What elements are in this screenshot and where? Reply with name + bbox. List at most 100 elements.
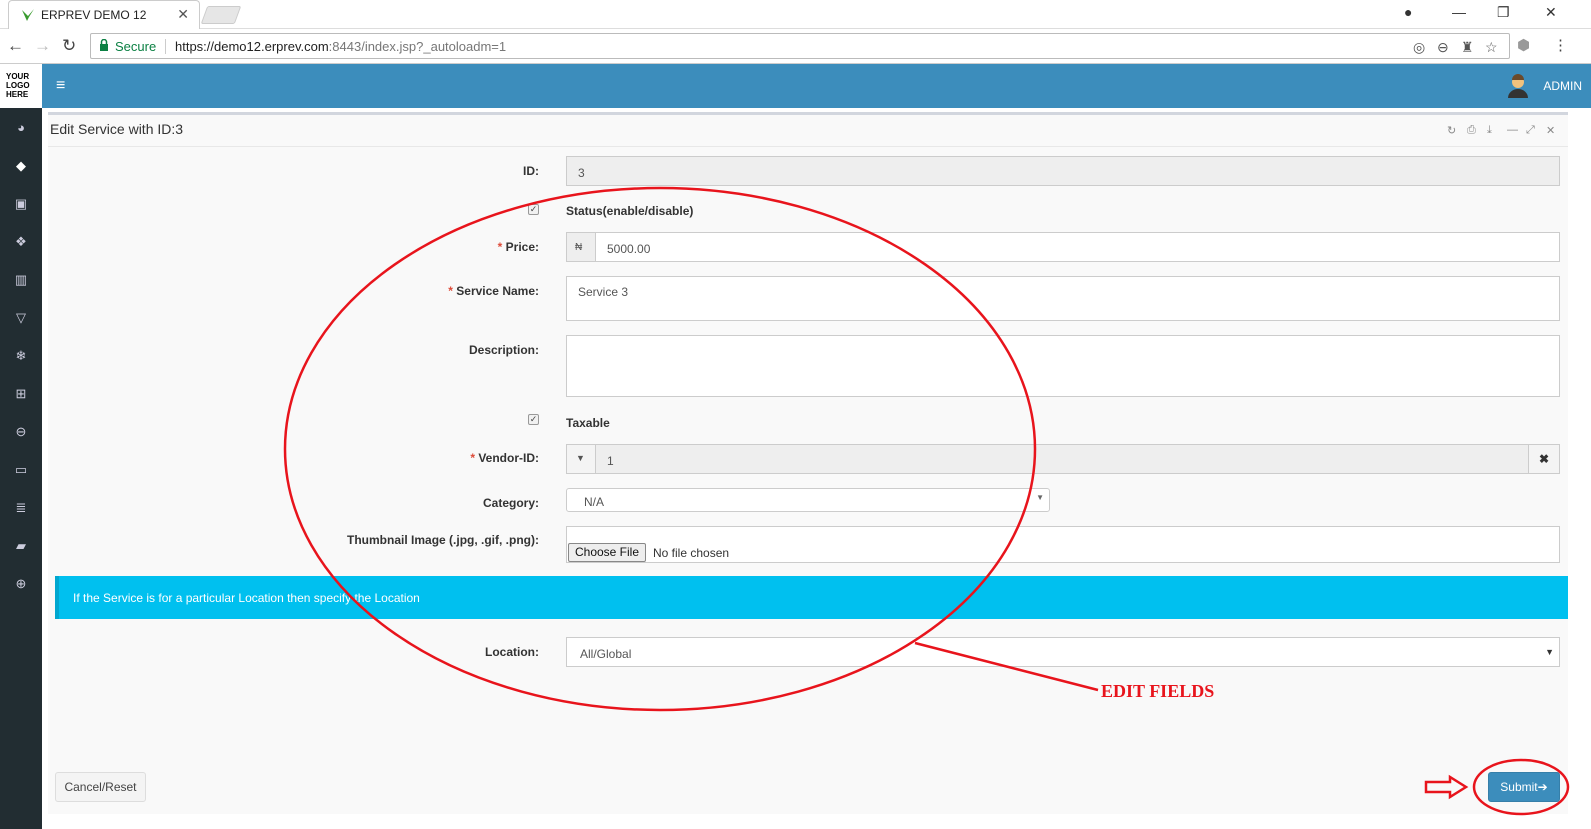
url-text: https://demo12.erprev.com:8443/index.jsp… xyxy=(175,39,506,54)
price-label: * Price: xyxy=(498,240,539,254)
browser-tab[interactable]: ERPREV DEMO 12 ✕ xyxy=(8,0,200,29)
restore-icon[interactable]: ❐ xyxy=(1497,4,1510,21)
service-name-label: * Service Name: xyxy=(448,284,539,298)
taxable-label: Taxable xyxy=(566,416,610,430)
vendor-label-text: Vendor-ID: xyxy=(478,451,539,465)
extension-shield-icon[interactable]: ⬢ xyxy=(1517,36,1530,54)
location-target-icon[interactable]: ◎ xyxy=(1413,39,1425,56)
tab-title: ERPREV DEMO 12 xyxy=(41,8,147,22)
database-icon[interactable]: ≣ xyxy=(0,496,42,520)
top-navbar: ≡ ADMIN xyxy=(42,64,1591,108)
vendor-value: 1 xyxy=(607,454,614,468)
location-select[interactable]: All/Global ▼ xyxy=(566,637,1560,667)
panel-divider xyxy=(48,146,1568,147)
service-name-textarea[interactable]: Service 3 xyxy=(566,276,1560,321)
location-value: All/Global xyxy=(580,647,632,661)
thumbnail-label: Thumbnail Image (.jpg, .gif, .png): xyxy=(347,533,539,547)
price-value: 5000.00 xyxy=(607,242,651,256)
taxable-checkbox[interactable]: ✓ xyxy=(528,414,539,425)
vendor-dropdown-toggle[interactable]: ▼ xyxy=(566,444,596,474)
building-icon[interactable]: ▥ xyxy=(0,268,42,292)
refresh-icon[interactable]: ↻ xyxy=(1447,124,1456,137)
secure-label: Secure xyxy=(115,39,157,54)
vendor-clear-button[interactable]: ✖ xyxy=(1528,444,1560,474)
price-required-marker: * xyxy=(497,240,503,254)
category-select[interactable]: N/A ▼ xyxy=(566,488,1050,512)
price-input[interactable]: 5000.00 xyxy=(595,232,1560,262)
logo-line-2: LOGO xyxy=(6,81,30,90)
zoom-icon[interactable]: ⊖ xyxy=(1437,39,1449,56)
logo-line-3: HERE xyxy=(6,90,29,99)
sidebar: YOUR LOGO HERE ◕ ◆ ▣ ❖ ▥ ▽ ❄ ⊞ ⊖ ▭ ≣ ▰ ⊕ xyxy=(0,64,42,829)
status-label: Status(enable/disable) xyxy=(566,204,694,218)
price-label-text: Price: xyxy=(505,240,539,254)
tag-icon[interactable]: ◆ xyxy=(0,154,42,178)
status-checkbox[interactable]: ✓ xyxy=(528,204,539,215)
collapse-icon[interactable]: — xyxy=(1507,124,1518,136)
category-chevron-down-icon: ▼ xyxy=(1036,493,1044,502)
description-textarea[interactable] xyxy=(566,335,1560,397)
panel-close-icon[interactable]: ✕ xyxy=(1546,124,1555,137)
location-info-callout: If the Service is for a particular Locat… xyxy=(55,576,1568,619)
money-icon[interactable]: ▣ xyxy=(0,192,42,216)
url-field[interactable]: Secure https://demo12.erprev.com:8443/in… xyxy=(90,33,1510,59)
id-field: 3 xyxy=(566,156,1560,186)
expand-icon[interactable]: ⤢ xyxy=(1526,124,1535,137)
lock-icon xyxy=(100,39,108,51)
caret-down-icon: ▼ xyxy=(576,453,585,463)
category-value: N/A xyxy=(584,495,605,509)
browser-address-bar: ← → ↻ Secure https://demo12.erprev.com:8… xyxy=(0,29,1591,64)
trash-icon[interactable]: ▽ xyxy=(0,306,42,330)
browser-menu-icon[interactable]: ⋮ xyxy=(1553,36,1568,54)
desktop-icon[interactable]: ▭ xyxy=(0,458,42,482)
extension-icon[interactable]: ♜ xyxy=(1461,39,1474,56)
browser-tab-bar: ERPREV DEMO 12 ✕ ● — ❐ ✕ xyxy=(0,0,1591,29)
download-icon[interactable]: ⤓ xyxy=(1487,124,1492,137)
minimize-icon[interactable]: — xyxy=(1452,4,1466,20)
user-avatar[interactable] xyxy=(1507,74,1529,98)
location-info-text: If the Service is for a particular Locat… xyxy=(73,591,420,605)
no-file-label: No file chosen xyxy=(653,546,730,560)
erprev-favicon-icon xyxy=(22,9,34,21)
print-icon[interactable]: ⎙ xyxy=(1467,124,1476,137)
service-name-value: Service 3 xyxy=(578,285,629,299)
circle-icon[interactable]: ⊖ xyxy=(0,420,42,444)
vendor-required-marker: * xyxy=(470,451,475,465)
choose-file-button[interactable]: Choose File xyxy=(568,543,646,562)
bookmark-star-icon[interactable]: ☆ xyxy=(1485,39,1498,56)
close-window-icon[interactable]: ✕ xyxy=(1545,4,1557,21)
clear-x-icon: ✖ xyxy=(1539,452,1550,466)
cart-icon[interactable]: ⊞ xyxy=(0,382,42,406)
url-separator xyxy=(165,39,166,54)
dashboard-icon[interactable]: ◕ xyxy=(0,116,42,140)
cubes-icon[interactable]: ❖ xyxy=(0,230,42,254)
book-icon[interactable]: ▰ xyxy=(0,534,42,558)
back-icon[interactable]: ← xyxy=(7,36,24,56)
new-tab-button[interactable] xyxy=(200,6,242,24)
panel-title: Edit Service with ID:3 xyxy=(50,121,184,137)
location-caret-down-icon: ▼ xyxy=(1545,647,1554,657)
forward-icon[interactable]: → xyxy=(34,36,51,56)
logo-line-1: YOUR xyxy=(6,72,30,81)
arrow-circle-right-icon: ➔ xyxy=(1537,780,1548,794)
lifebuoy-icon[interactable]: ⊕ xyxy=(0,572,42,596)
service-name-required-marker: * xyxy=(448,284,453,298)
category-label: Category: xyxy=(482,496,539,510)
cancel-reset-button[interactable]: Cancel/Reset xyxy=(55,772,146,802)
reload-icon[interactable]: ↻ xyxy=(62,36,76,56)
vendor-field: 1 xyxy=(595,444,1529,474)
id-label: ID: xyxy=(523,164,539,178)
user-label[interactable]: ADMIN xyxy=(1543,79,1582,93)
company-logo[interactable]: YOUR LOGO HERE xyxy=(0,64,42,108)
edit-fields-annotation: EDIT FIELDS xyxy=(1101,681,1215,701)
tab-close-icon[interactable]: ✕ xyxy=(177,6,189,23)
naira-icon: ₦ xyxy=(575,242,583,253)
url-rest: :8443/index.jsp?_autoloadm=1 xyxy=(328,39,507,54)
id-value: 3 xyxy=(578,166,585,180)
submit-button[interactable]: Submit➔ xyxy=(1488,772,1560,802)
vendor-label: * Vendor-ID: xyxy=(470,451,539,465)
hamburger-menu-icon[interactable]: ≡ xyxy=(56,77,65,95)
location-label: Location: xyxy=(485,645,539,659)
profile-icon[interactable]: ● xyxy=(1404,4,1412,20)
snowflake-icon[interactable]: ❄ xyxy=(0,344,42,368)
